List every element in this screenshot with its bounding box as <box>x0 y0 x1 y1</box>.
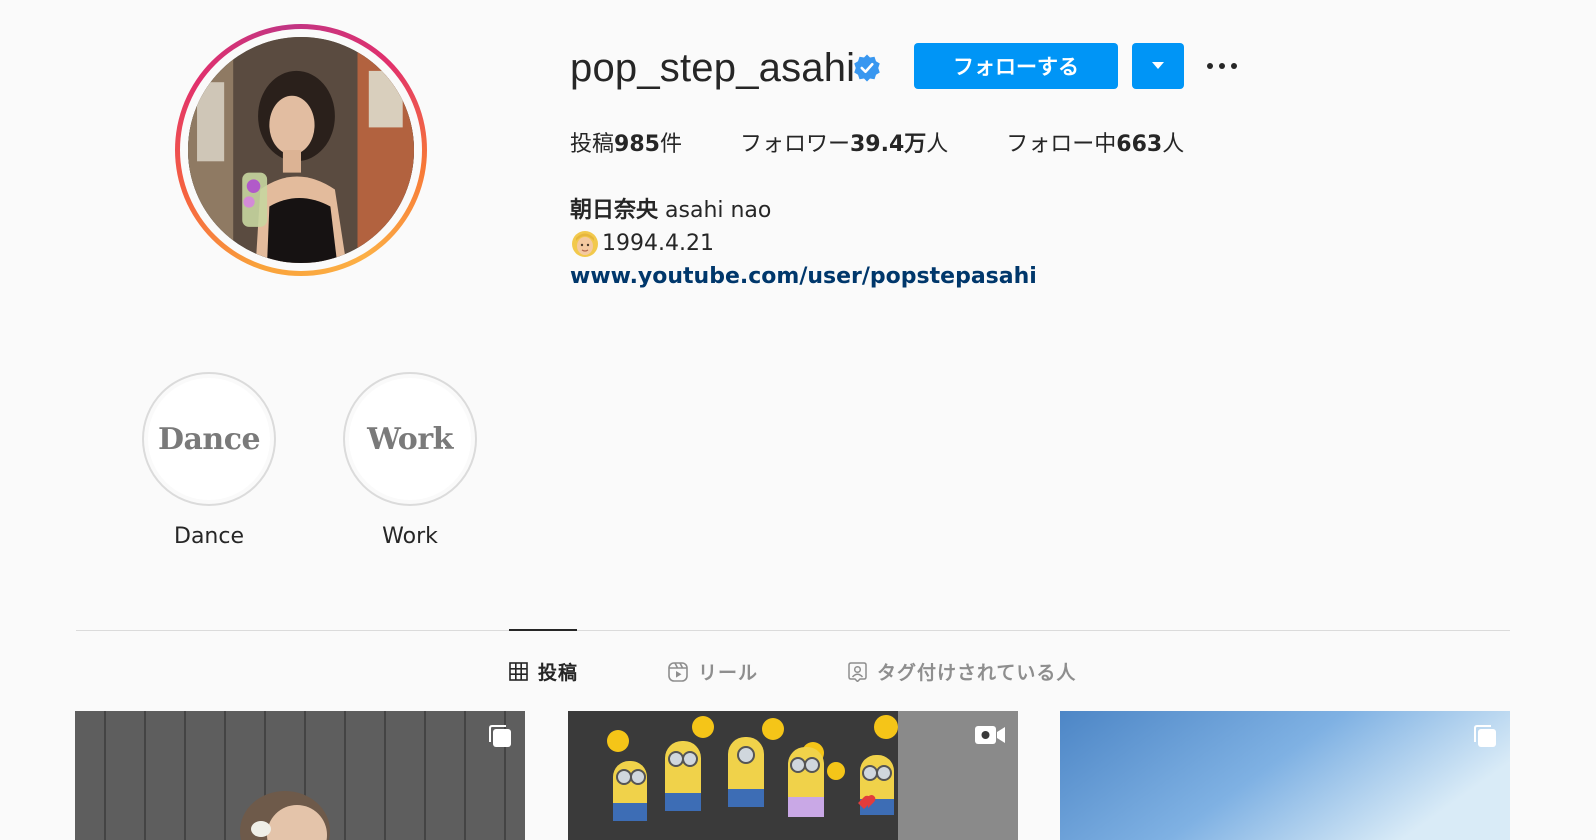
highlight-cover: Work <box>343 372 477 506</box>
avatar-illustration <box>188 37 414 263</box>
carousel-icon <box>489 725 511 747</box>
post-image-minions <box>568 711 1018 840</box>
tabs-divider <box>76 630 1510 631</box>
highlight-dance[interactable]: Dance Dance <box>142 372 276 549</box>
blonde-person-emoji-icon <box>572 231 598 257</box>
dot-icon <box>1231 63 1237 69</box>
bio-birthday-line: 1994.4.21 <box>570 228 714 258</box>
posts-count: 投稿985件 <box>570 132 682 157</box>
grid-icon <box>509 662 528 681</box>
highlight-label: Work <box>382 524 438 549</box>
reels-icon <box>668 661 688 682</box>
active-tab-indicator <box>509 629 577 631</box>
profile-username: pop_step_asahi <box>570 46 856 90</box>
caret-down-icon <box>1152 62 1164 69</box>
highlight-cover: Dance <box>142 372 276 506</box>
carousel-icon <box>1474 725 1496 747</box>
tagged-icon <box>848 661 867 682</box>
post-thumbnail[interactable] <box>75 711 525 840</box>
dot-icon <box>1219 63 1225 69</box>
follow-button[interactable]: フォローする <box>914 43 1118 89</box>
profile-avatar[interactable] <box>175 24 427 276</box>
video-icon <box>975 726 1005 744</box>
dot-icon <box>1207 63 1213 69</box>
followers-link[interactable]: フォロワー39.4万人 <box>740 126 948 158</box>
profile-stats: 投稿985件 フォロワー39.4万人 フォロー中663人 <box>570 126 1242 158</box>
highlight-label: Dance <box>174 524 244 549</box>
avatar-frame <box>180 29 422 271</box>
post-thumbnail[interactable] <box>1060 711 1510 840</box>
post-thumbnail[interactable] <box>568 711 1018 840</box>
post-image-sky <box>1060 711 1510 840</box>
tab-tagged[interactable]: タグ付けされている人 <box>848 658 1076 685</box>
more-options-button[interactable] <box>1202 54 1242 78</box>
post-image-wood-wall <box>75 711 525 840</box>
following-link[interactable]: フォロー中663人 <box>1006 126 1184 158</box>
tab-reels[interactable]: リール <box>668 658 758 685</box>
highlight-work[interactable]: Work Work <box>343 372 477 549</box>
suggested-accounts-dropdown-button[interactable] <box>1132 43 1184 89</box>
bio-full-name: 朝日奈央 asahi nao <box>570 198 772 223</box>
avatar-photo <box>188 37 414 263</box>
bio-external-link[interactable]: www.youtube.com/user/popstepasahi <box>570 264 1037 289</box>
verified-badge-icon <box>854 54 880 82</box>
tab-posts[interactable]: 投稿 <box>509 658 578 685</box>
